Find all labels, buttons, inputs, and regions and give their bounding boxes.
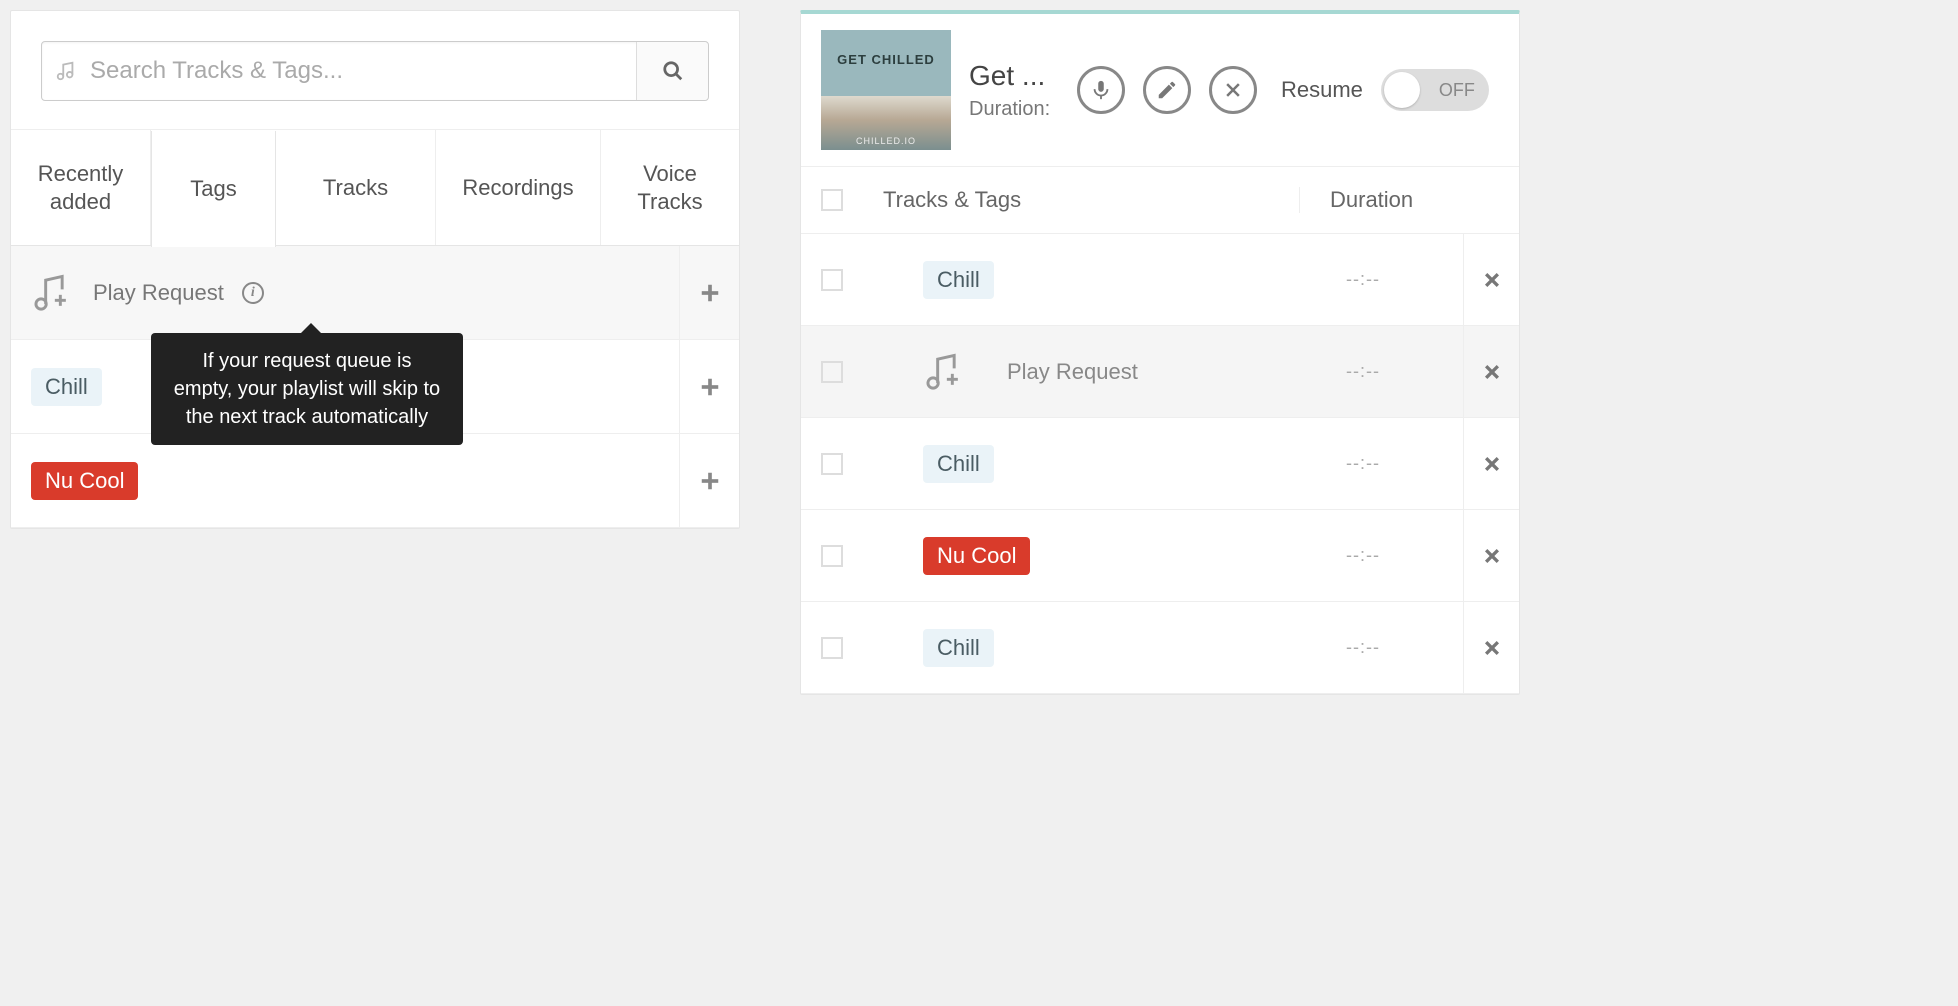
row-checkbox[interactable] — [821, 269, 843, 291]
tab-tracks[interactable]: Tracks — [276, 130, 436, 245]
playlist-duration-label: Duration: — [969, 98, 1059, 121]
playlist-header: GET CHILLED CHILLED.IO Get ... Duration:… — [801, 14, 1519, 166]
info-icon[interactable]: i — [242, 282, 264, 304]
search-wrap — [11, 11, 739, 129]
tag-chill[interactable]: Chill — [923, 629, 994, 667]
row-checkbox[interactable] — [821, 361, 843, 383]
library-row-play-request: Play Request i If your request queue is … — [11, 246, 739, 340]
tag-nu-cool[interactable]: Nu Cool — [923, 537, 1030, 575]
playlist-panel: GET CHILLED CHILLED.IO Get ... Duration:… — [800, 10, 1520, 695]
search-button[interactable] — [636, 42, 708, 100]
artwork-text-top: GET CHILLED — [821, 52, 951, 67]
edit-button[interactable] — [1143, 66, 1191, 114]
tab-recordings[interactable]: Recordings — [436, 130, 601, 245]
library-tabs: Recently added Tags Tracks Recordings Vo… — [11, 129, 739, 246]
play-request-tooltip: If your request queue is empty, your pla… — [151, 333, 463, 445]
music-plus-icon — [923, 350, 967, 394]
toggle-knob — [1384, 72, 1420, 108]
playlist-title: Get ... — [969, 60, 1059, 92]
tag-nu-cool[interactable]: Nu Cool — [31, 462, 138, 500]
library-panel: Recently added Tags Tracks Recordings Vo… — [10, 10, 740, 529]
tag-chill[interactable]: Chill — [923, 445, 994, 483]
search-input[interactable] — [90, 42, 636, 100]
remove-button[interactable] — [1463, 326, 1519, 417]
search-bar — [41, 41, 709, 101]
playlist-artwork: GET CHILLED CHILLED.IO — [821, 30, 951, 150]
tab-voice-tracks[interactable]: Voice Tracks — [601, 130, 739, 245]
playlist-columns-header: Tracks & Tags Duration — [801, 166, 1519, 234]
row-checkbox[interactable] — [821, 453, 843, 475]
select-all-checkbox[interactable] — [821, 189, 843, 211]
toggle-label: OFF — [1439, 69, 1475, 111]
remove-button[interactable] — [1463, 510, 1519, 601]
play-request-label: Play Request — [1007, 359, 1138, 385]
row-duration: --:-- — [1263, 545, 1463, 566]
artwork-text-bottom: CHILLED.IO — [821, 136, 951, 146]
remove-button[interactable] — [1463, 418, 1519, 509]
music-icon — [42, 42, 90, 100]
add-button[interactable] — [679, 246, 739, 339]
row-duration: --:-- — [1263, 453, 1463, 474]
row-checkbox[interactable] — [821, 637, 843, 659]
close-button[interactable] — [1209, 66, 1257, 114]
resume-label: Resume — [1281, 77, 1363, 103]
row-duration: --:-- — [1263, 269, 1463, 290]
playlist-row: Chill --:-- — [801, 234, 1519, 326]
music-plus-icon — [31, 271, 75, 315]
column-duration: Duration — [1299, 187, 1499, 213]
library-row-tag: Nu Cool — [11, 434, 739, 528]
tab-tags[interactable]: Tags — [151, 131, 276, 247]
row-duration: --:-- — [1263, 361, 1463, 382]
row-duration: --:-- — [1263, 637, 1463, 658]
tab-recently-added[interactable]: Recently added — [11, 130, 151, 245]
playlist-row: Chill --:-- — [801, 418, 1519, 510]
column-tracks-tags: Tracks & Tags — [883, 187, 1299, 213]
add-button[interactable] — [679, 340, 739, 433]
microphone-button[interactable] — [1077, 66, 1125, 114]
remove-button[interactable] — [1463, 602, 1519, 693]
playlist-row: Nu Cool --:-- — [801, 510, 1519, 602]
remove-button[interactable] — [1463, 234, 1519, 325]
playlist-row-play-request: Play Request --:-- — [801, 326, 1519, 418]
add-button[interactable] — [679, 434, 739, 527]
resume-toggle[interactable]: OFF — [1381, 69, 1489, 111]
playlist-title-block: Get ... Duration: — [969, 60, 1059, 121]
play-request-label: Play Request — [93, 280, 224, 306]
tag-chill[interactable]: Chill — [31, 368, 102, 406]
row-checkbox[interactable] — [821, 545, 843, 567]
playlist-row: Chill --:-- — [801, 602, 1519, 694]
tag-chill[interactable]: Chill — [923, 261, 994, 299]
